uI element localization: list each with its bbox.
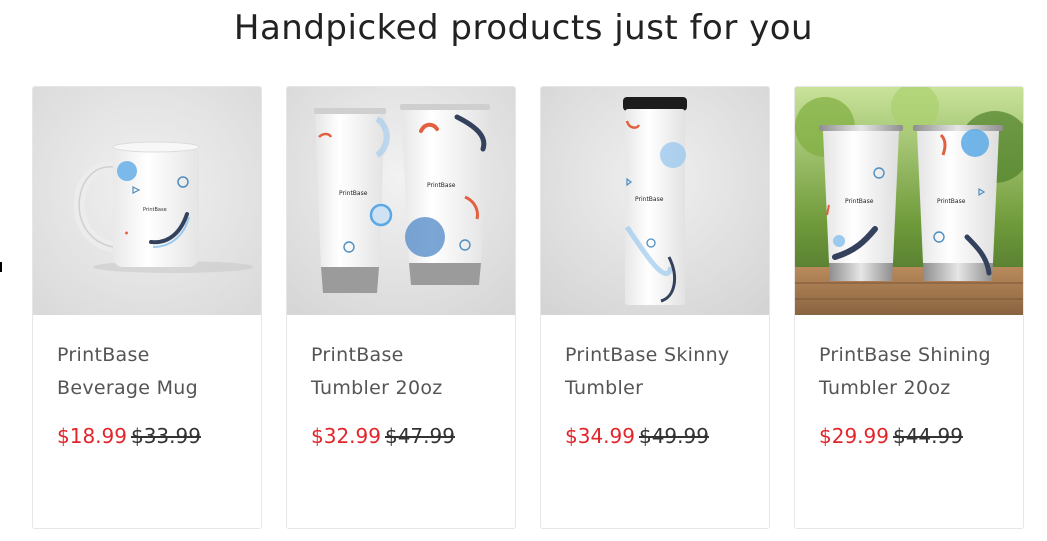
- shining-left-brand-text: PrintBase: [845, 198, 874, 205]
- product-title-tumbler-20oz[interactable]: PrintBase Tumbler 20oz: [311, 339, 501, 405]
- product-image-tumbler-20oz[interactable]: PrintBase PrintBase: [287, 87, 515, 315]
- shining-right-brand-text: PrintBase: [937, 198, 966, 205]
- product-prices: $34.99 $49.99: [565, 423, 709, 449]
- product-title-shining-tumbler[interactable]: PrintBase Shining Tumbler 20oz: [819, 339, 1009, 405]
- product-title-line2[interactable]: Tumbler 20oz: [311, 377, 443, 399]
- skinny-brand-text: PrintBase: [635, 196, 664, 203]
- product-card-beverage-mug[interactable]: PrintBase PrintBase Beverage Mug $18.99 $3…: [32, 86, 262, 529]
- compare-price: $33.99: [130, 424, 201, 448]
- product-title-line1[interactable]: PrintBase Shining: [819, 344, 991, 366]
- product-title-line2[interactable]: Beverage Mug: [57, 377, 198, 399]
- tumbler-left-brand-text: PrintBase: [339, 190, 368, 197]
- product-card-shining-tumbler[interactable]: PrintBase PrintBase PrintBase Shining Tum…: [794, 86, 1024, 529]
- compare-price: $44.99: [892, 424, 963, 448]
- mug-brand-text: PrintBase: [143, 207, 167, 213]
- section-title: Handpicked products just for you: [233, 8, 814, 48]
- sale-price: $34.99: [565, 424, 635, 448]
- product-card-tumbler-20oz[interactable]: PrintBase PrintBase PrintBase Tumbler 20o…: [286, 86, 516, 529]
- tumbler-right-brand-text: PrintBase: [427, 182, 456, 189]
- sale-price: $29.99: [819, 424, 889, 448]
- compare-price: $49.99: [638, 424, 709, 448]
- sale-price: $32.99: [311, 424, 381, 448]
- product-title-beverage-mug[interactable]: PrintBase Beverage Mug: [57, 339, 247, 405]
- product-grid: PrintBase PrintBase Beverage Mug $18.99 $3…: [32, 86, 1024, 529]
- product-title-line2[interactable]: Tumbler: [565, 377, 643, 399]
- edge-marker: [0, 262, 2, 272]
- product-prices: $29.99 $44.99: [819, 423, 963, 449]
- product-title-line1[interactable]: PrintBase Skinny: [565, 344, 729, 366]
- sale-price: $18.99: [57, 424, 127, 448]
- product-title-skinny-tumbler[interactable]: PrintBase Skinny Tumbler: [565, 339, 755, 405]
- product-prices: $32.99 $47.99: [311, 423, 455, 449]
- product-image-beverage-mug[interactable]: PrintBase: [33, 87, 261, 315]
- product-title-line1[interactable]: PrintBase: [311, 344, 404, 366]
- product-title-line2[interactable]: Tumbler 20oz: [819, 377, 951, 399]
- product-card-skinny-tumbler[interactable]: PrintBase PrintBase Skinny Tumbler $34.99…: [540, 86, 770, 529]
- product-image-skinny-tumbler[interactable]: PrintBase: [541, 87, 769, 315]
- product-title-line1[interactable]: PrintBase: [57, 344, 150, 366]
- product-prices: $18.99 $33.99: [57, 423, 201, 449]
- product-image-shining-tumbler[interactable]: PrintBase PrintBase: [795, 87, 1023, 315]
- compare-price: $47.99: [384, 424, 455, 448]
